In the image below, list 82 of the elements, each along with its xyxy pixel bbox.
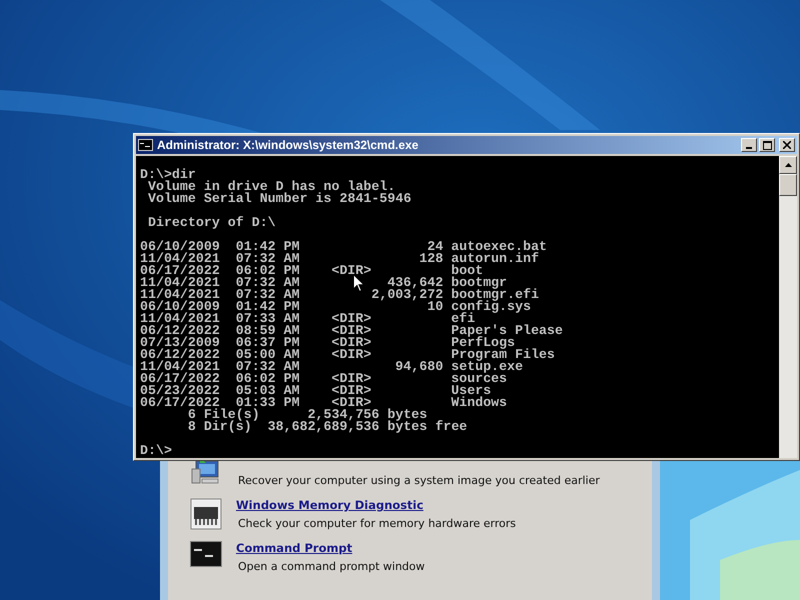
file-time: 07:32 AM bbox=[236, 277, 300, 289]
directory-marker: <DIR> bbox=[331, 397, 372, 409]
file-size: 436,642 bbox=[387, 277, 444, 289]
file-date: 07/13/2009 bbox=[140, 337, 220, 349]
file-size: 10 bbox=[427, 301, 444, 313]
option-link[interactable]: Command Prompt bbox=[236, 541, 352, 555]
file-size: 94,680 bbox=[395, 361, 444, 373]
file-date: 11/04/2021 bbox=[140, 289, 220, 301]
console-icon bbox=[190, 541, 222, 567]
file-name: Users bbox=[451, 385, 492, 397]
file-size: 24 bbox=[427, 241, 444, 253]
file-time: 07:32 AM bbox=[236, 253, 300, 265]
scroll-up-button[interactable] bbox=[779, 156, 797, 174]
console-line: 6 File(s) 2,534,756 bytes bbox=[186, 409, 428, 421]
file-name: sources bbox=[451, 373, 508, 385]
file-time: 07:32 AM bbox=[236, 289, 300, 301]
file-time: 08:59 AM bbox=[236, 325, 300, 337]
file-date: 11/04/2021 bbox=[140, 253, 220, 265]
option-description: Recover your computer using a system image you created earlier bbox=[238, 474, 600, 487]
console-icon bbox=[138, 139, 153, 151]
directory-marker: <DIR> bbox=[331, 313, 372, 325]
file-date: 05/23/2022 bbox=[140, 385, 220, 397]
file-date: 06/17/2022 bbox=[140, 373, 220, 385]
file-date: 06/12/2022 bbox=[140, 349, 220, 361]
file-time: 01:42 PM bbox=[236, 241, 300, 253]
option-description: Check your computer for memory hardware errors bbox=[238, 517, 516, 530]
file-time: 01:42 PM bbox=[236, 301, 300, 313]
file-name: boot bbox=[451, 265, 484, 277]
window-title: Administrator: X:\windows\system32\cmd.exe bbox=[157, 138, 418, 152]
file-name: PerfLogs bbox=[451, 337, 515, 349]
file-date: 11/04/2021 bbox=[140, 361, 220, 373]
console-line: D:\>dir bbox=[140, 169, 196, 181]
command-prompt: D:\> bbox=[140, 445, 172, 457]
file-time: 01:33 PM bbox=[236, 397, 300, 409]
maximize-button[interactable] bbox=[759, 138, 775, 152]
directory-marker: <DIR> bbox=[331, 385, 372, 397]
option-link[interactable]: Windows Memory Diagnostic bbox=[236, 498, 424, 512]
file-date: 11/04/2021 bbox=[140, 277, 220, 289]
file-name: bootmgr bbox=[451, 277, 508, 289]
file-time: 05:00 AM bbox=[236, 349, 300, 361]
file-name: bootmgr.efi bbox=[451, 289, 539, 301]
mouse-pointer-icon bbox=[353, 274, 365, 293]
file-time: 06:37 PM bbox=[236, 337, 300, 349]
up-arrow-icon bbox=[784, 163, 792, 167]
directory-marker: <DIR> bbox=[331, 337, 372, 349]
scrollbar[interactable] bbox=[779, 156, 797, 458]
console-line: Directory of D:\ bbox=[146, 217, 276, 229]
file-name: autorun.inf bbox=[451, 253, 539, 265]
file-size: 2,003,272 bbox=[371, 289, 444, 301]
directory-marker: <DIR> bbox=[331, 325, 372, 337]
file-date: 06/17/2022 bbox=[140, 265, 220, 277]
file-time: 06:02 PM bbox=[236, 373, 300, 385]
file-name: setup.exe bbox=[451, 361, 523, 373]
file-name: efi bbox=[451, 313, 476, 325]
file-name: autoexec.bat bbox=[451, 241, 547, 253]
minimize-button[interactable] bbox=[741, 138, 757, 152]
console-line: 8 Dir(s) 38,682,689,536 bytes free bbox=[186, 421, 468, 433]
file-time: 06:02 PM bbox=[236, 265, 300, 277]
file-time: 07:32 AM bbox=[236, 361, 300, 373]
file-time: 05:03 AM bbox=[236, 385, 300, 397]
option-description: Open a command prompt window bbox=[238, 560, 425, 573]
file-date: 11/04/2021 bbox=[140, 313, 220, 325]
file-name: Paper's Please bbox=[451, 325, 563, 337]
close-button[interactable] bbox=[779, 138, 795, 152]
file-date: 06/10/2009 bbox=[140, 301, 220, 313]
maximize-icon bbox=[762, 140, 772, 150]
console-line: Volume Serial Number is 2841-5946 bbox=[146, 193, 412, 205]
file-name: Program Files bbox=[451, 349, 555, 361]
directory-marker: <DIR> bbox=[331, 265, 372, 277]
close-icon bbox=[783, 141, 791, 149]
memory-chip-icon bbox=[190, 498, 222, 530]
scroll-thumb[interactable] bbox=[779, 174, 797, 196]
file-name: Windows bbox=[451, 397, 508, 409]
file-date: 06/12/2022 bbox=[140, 325, 220, 337]
file-size: 128 bbox=[419, 253, 444, 265]
console-line: Volume in drive D has no label. bbox=[146, 181, 396, 193]
directory-marker: <DIR> bbox=[331, 349, 372, 361]
file-date: 06/10/2009 bbox=[140, 241, 220, 253]
file-date: 06/17/2022 bbox=[140, 397, 220, 409]
file-time: 07:33 AM bbox=[236, 313, 300, 325]
file-name: config.sys bbox=[451, 301, 531, 313]
directory-marker: <DIR> bbox=[331, 373, 372, 385]
